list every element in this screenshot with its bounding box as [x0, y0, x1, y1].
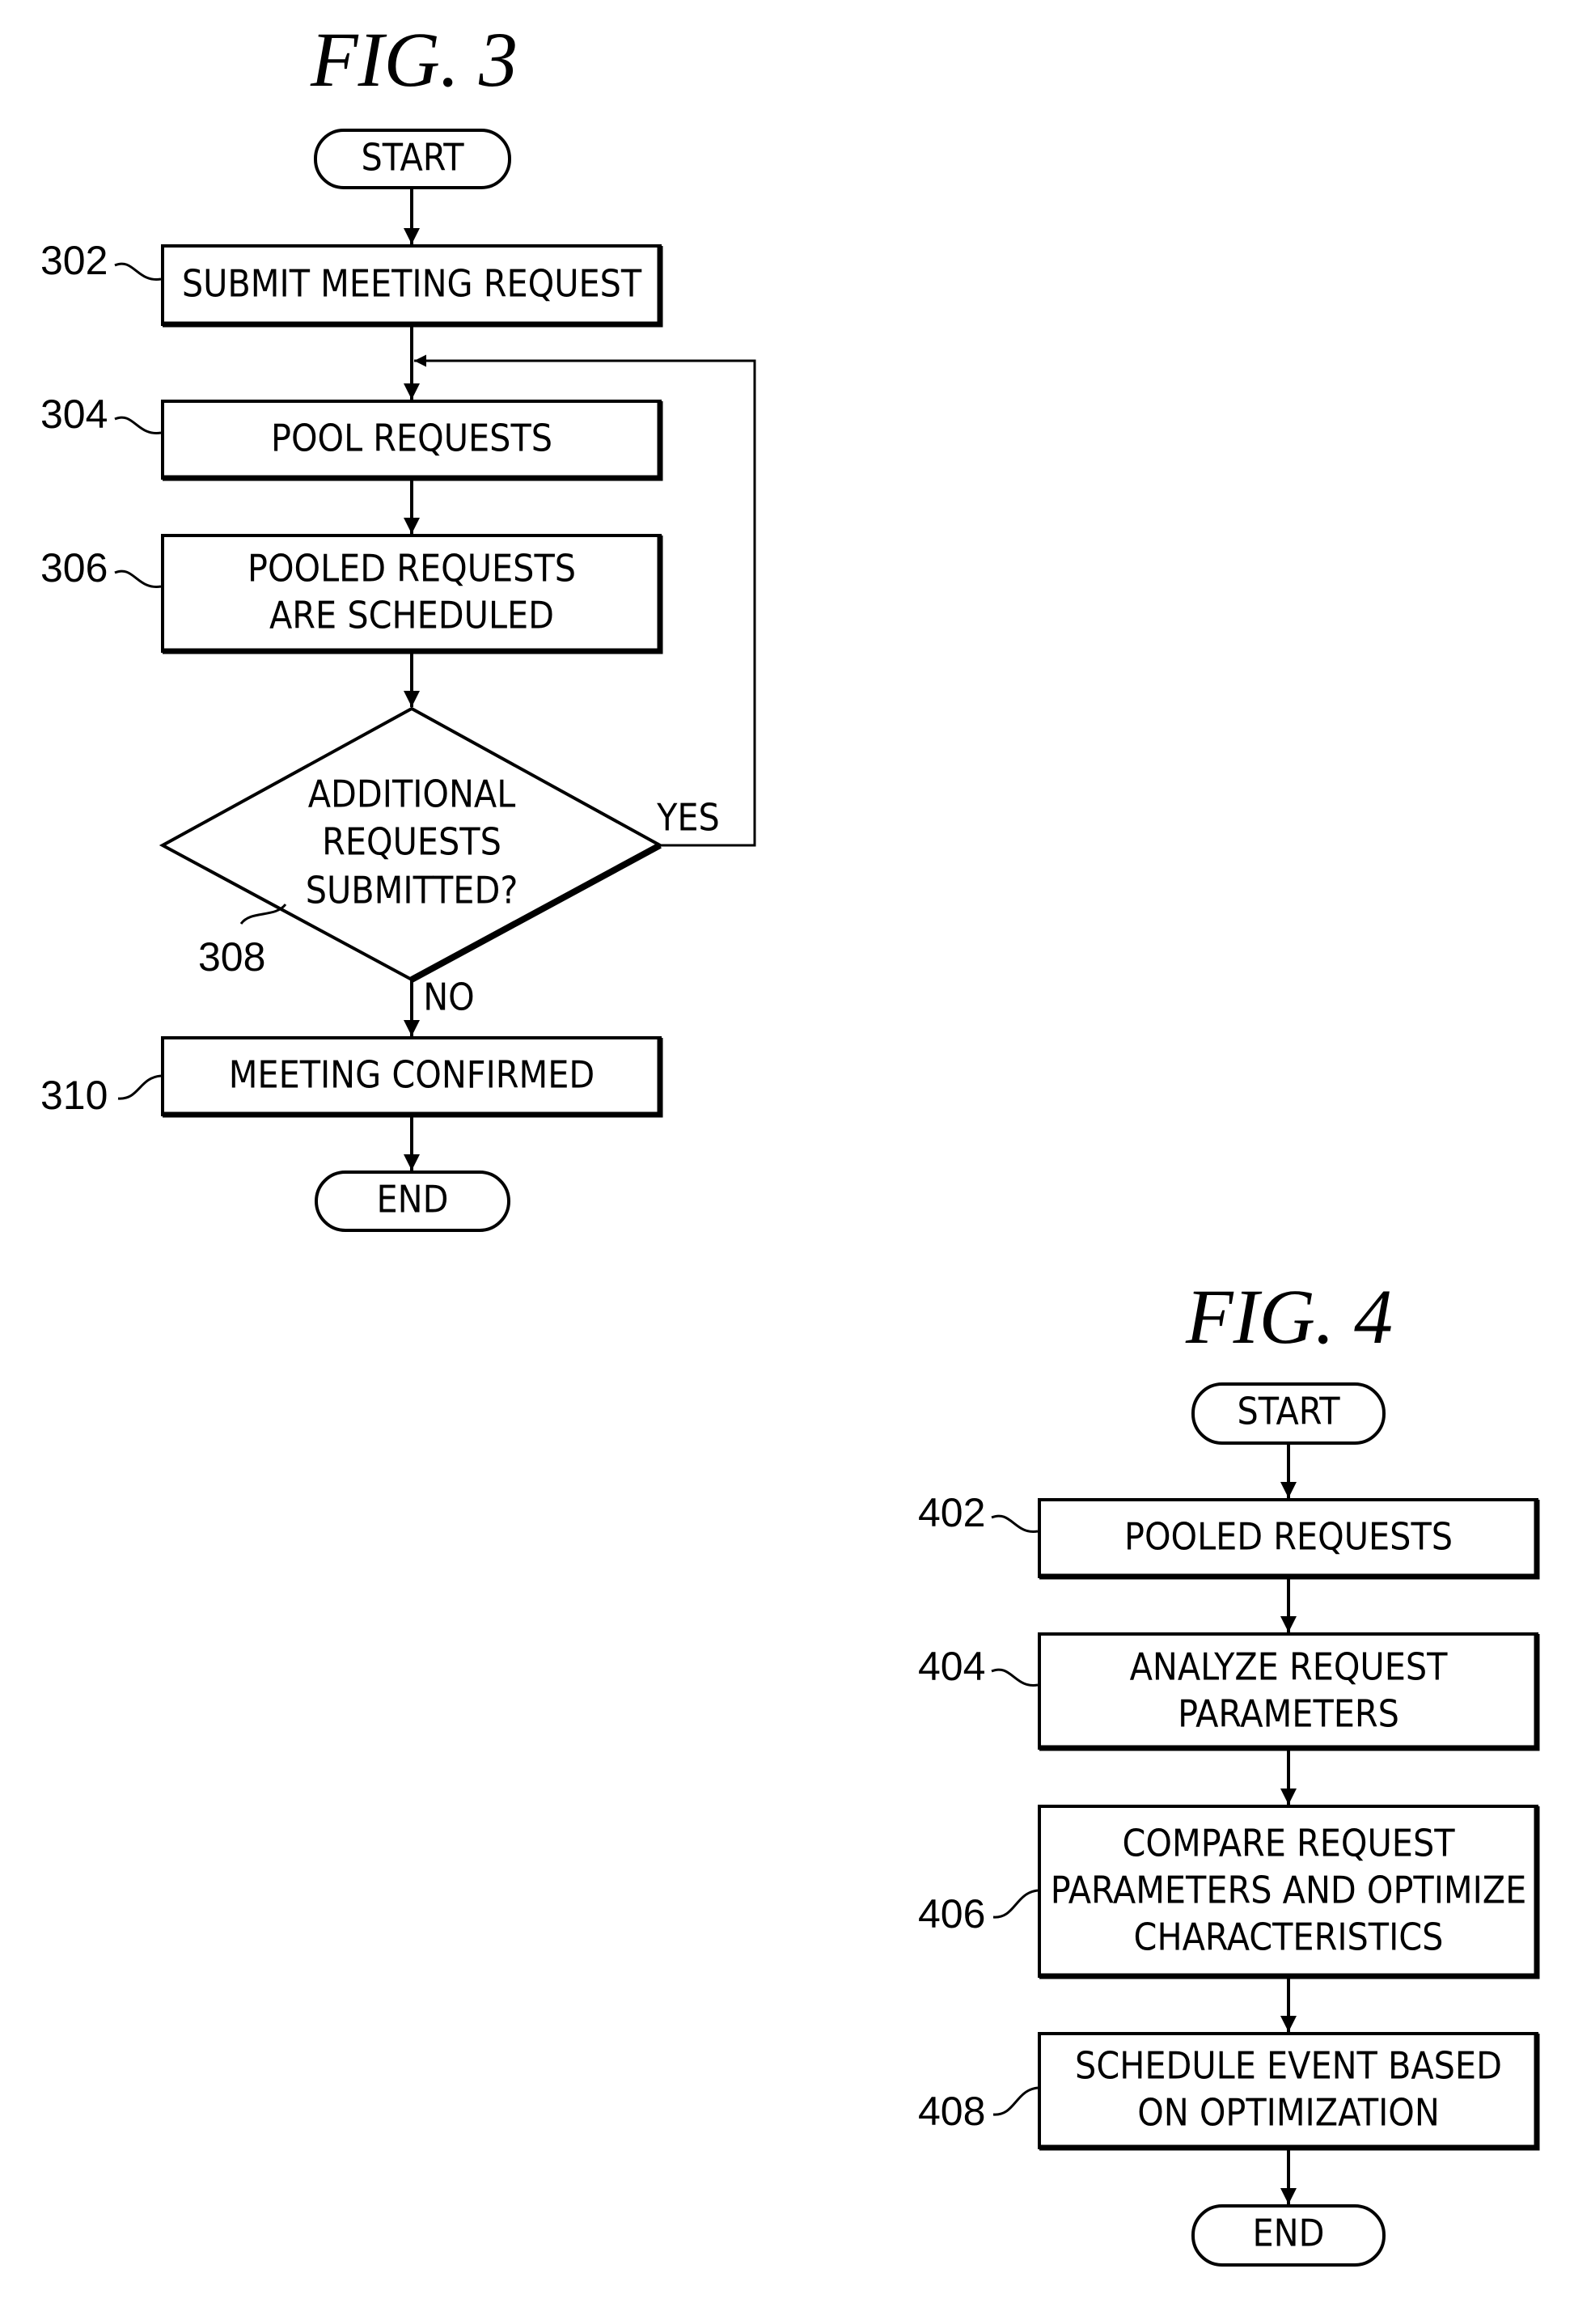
leader-line	[114, 262, 162, 281]
process-box-302: SUBMIT MEETING REQUEST	[161, 244, 663, 328]
step-406-line-2: PARAMETERS AND OPTIMIZE	[1051, 1869, 1527, 1912]
end-terminal: END	[1191, 2204, 1386, 2267]
leader-line	[117, 1074, 162, 1100]
start-terminal: START	[1191, 1382, 1386, 1445]
decision-line-1: ADDITIONAL	[308, 773, 516, 816]
ref-304: 304	[40, 392, 108, 437]
step-406-line-3: CHARACTERISTICS	[1134, 1916, 1444, 1959]
start-terminal: START	[314, 129, 511, 189]
end-label: END	[1253, 2212, 1325, 2255]
step-408-line-1: SCHEDULE EVENT BASED	[1075, 2044, 1502, 2088]
process-box-406: COMPARE REQUEST PARAMETERS AND OPTIMIZE …	[1038, 1805, 1540, 1979]
leader-line	[992, 2086, 1039, 2116]
step-402-label: POOLED REQUESTS	[1124, 1515, 1453, 1559]
process-box-402: POOLED REQUESTS	[1038, 1498, 1540, 1580]
patent-drawing-sheet: FIG. 3 START SUBMIT MEETING REQUEST 302 …	[40, 16, 1540, 2267]
step-404-line-1: ANALYZE REQUEST	[1130, 1645, 1449, 1689]
figure-3: FIG. 3 START SUBMIT MEETING REQUEST 302 …	[40, 16, 756, 1232]
end-label: END	[377, 1178, 449, 1221]
step-302-label: SUBMIT MEETING REQUEST	[182, 262, 642, 306]
leader-line	[114, 416, 162, 434]
leader-line	[991, 1668, 1039, 1687]
yes-label: YES	[656, 796, 720, 840]
process-box-304: POOL REQUESTS	[161, 400, 663, 481]
figure-4: FIG. 4 START POOLED REQUESTS 402 ANALYZE…	[918, 1273, 1540, 2267]
ref-310: 310	[40, 1073, 108, 1118]
step-306-line-2: ARE SCHEDULED	[269, 594, 554, 637]
step-306-line-1: POOLED REQUESTS	[248, 547, 576, 591]
figure-4-title: FIG. 4	[1185, 1273, 1393, 1360]
leader-line	[991, 1514, 1039, 1533]
start-label: START	[362, 136, 465, 180]
step-310-label: MEETING CONFIRMED	[229, 1053, 595, 1097]
process-box-310: MEETING CONFIRMED	[161, 1036, 663, 1118]
ref-402: 402	[918, 1490, 985, 1535]
step-408-line-2: ON OPTIMIZATION	[1137, 2091, 1440, 2135]
end-terminal: END	[315, 1170, 510, 1232]
step-304-label: POOL REQUESTS	[271, 417, 552, 460]
ref-406: 406	[918, 1891, 985, 1937]
leader-line	[992, 1889, 1039, 1919]
ref-308: 308	[198, 934, 265, 980]
step-404-line-2: PARAMETERS	[1178, 1692, 1399, 1736]
decision-line-2: REQUESTS	[322, 820, 501, 864]
leader-line	[114, 569, 162, 588]
process-box-306: POOLED REQUESTS ARE SCHEDULED	[161, 534, 663, 654]
step-406-line-1: COMPARE REQUEST	[1123, 1822, 1456, 1865]
ref-306: 306	[40, 545, 108, 591]
decision-line-3: SUBMITTED?	[306, 869, 518, 912]
process-box-408: SCHEDULE EVENT BASED ON OPTIMIZATION	[1038, 2032, 1540, 2151]
start-label: START	[1238, 1390, 1341, 1433]
process-box-404: ANALYZE REQUEST PARAMETERS	[1038, 1632, 1540, 1751]
figure-3-title: FIG. 3	[310, 16, 518, 103]
no-label: NO	[423, 976, 475, 1019]
ref-404: 404	[918, 1644, 985, 1689]
ref-302: 302	[40, 238, 108, 283]
ref-408: 408	[918, 2089, 985, 2134]
